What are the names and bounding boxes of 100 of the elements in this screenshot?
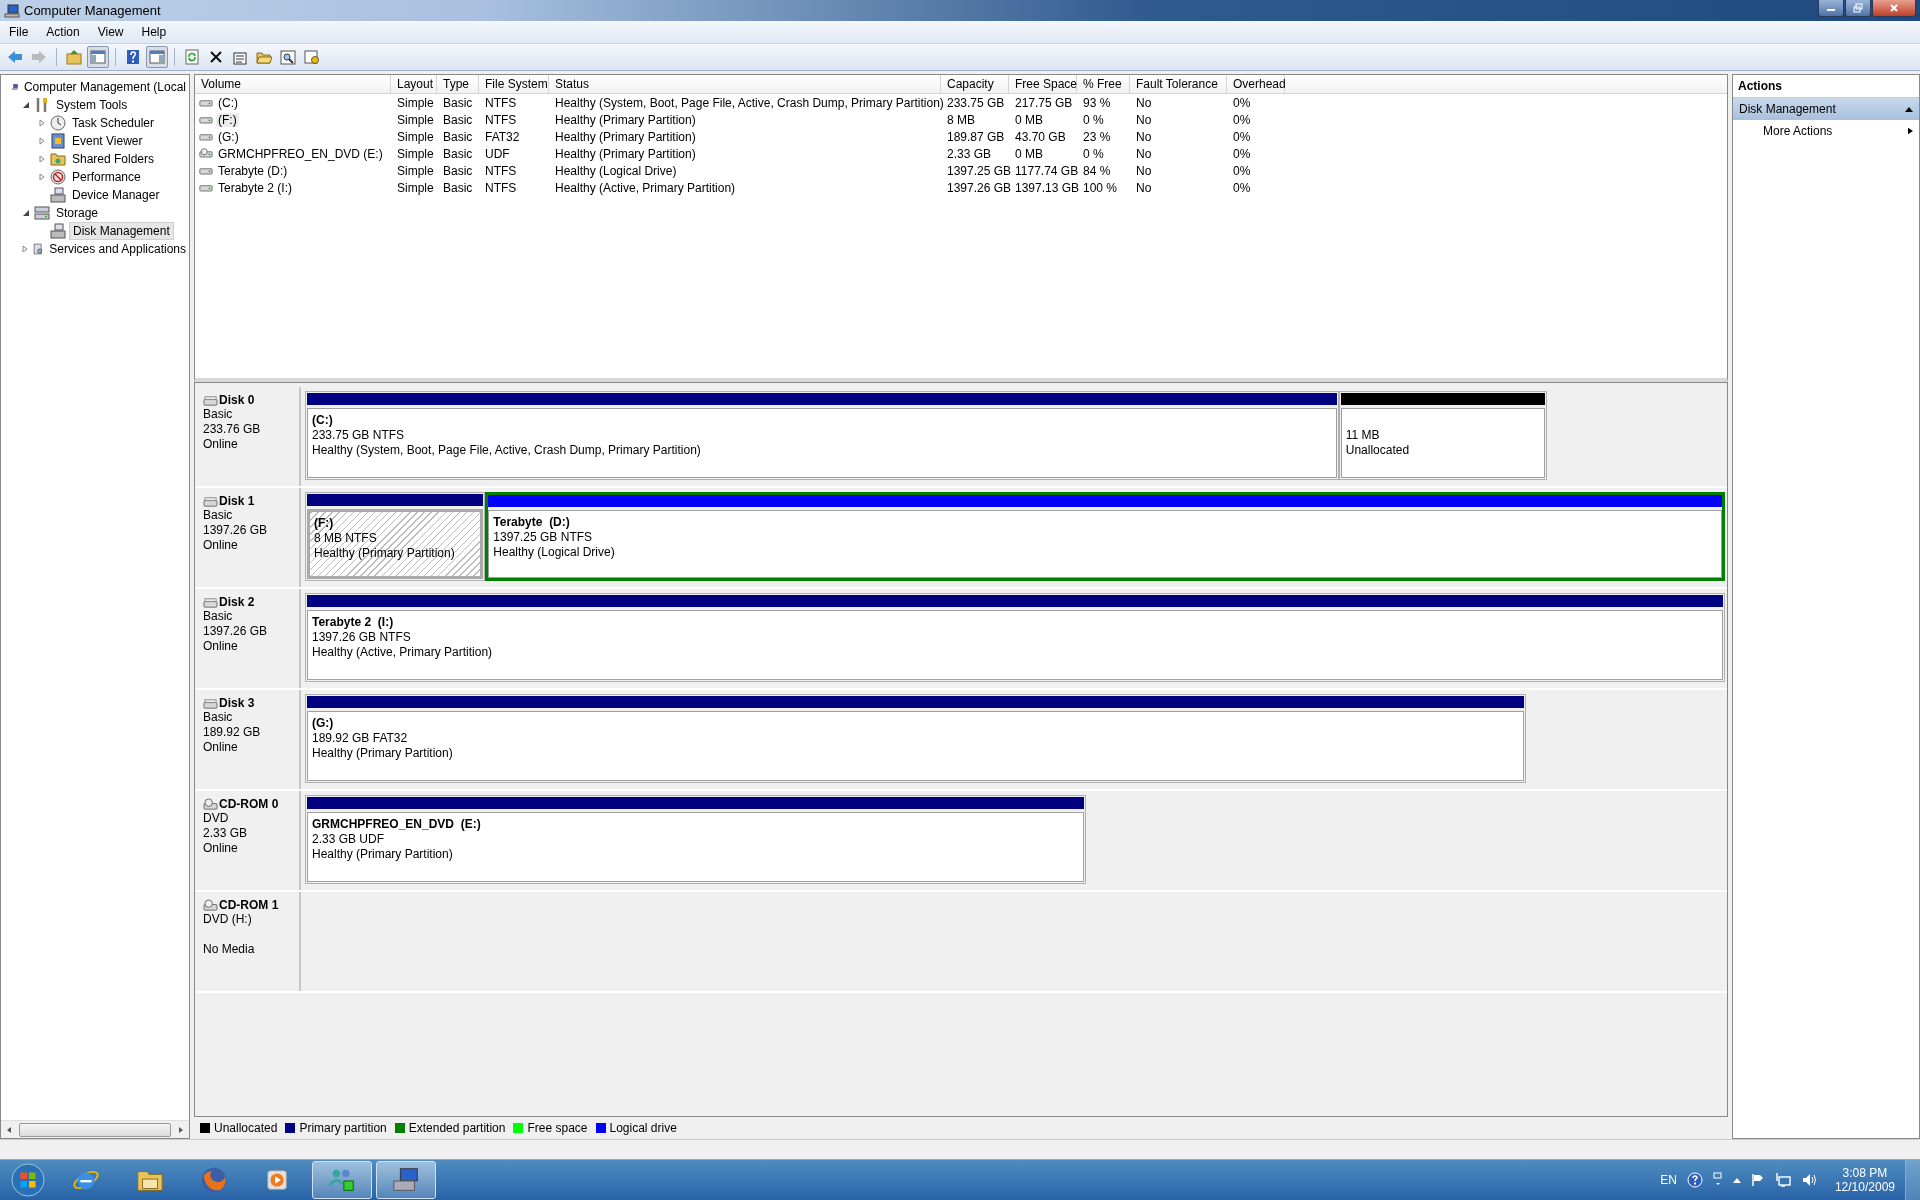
collapse-arrow-icon[interactable] xyxy=(22,101,30,109)
table-cell-text: Simple xyxy=(396,129,435,144)
disk-name: CD-ROM 0 xyxy=(219,797,279,811)
partition-block[interactable]: (G:) 189.92 GB FAT32 Healthy (Primary Partition) xyxy=(305,694,1527,783)
tree-item[interactable]: Services and Applications xyxy=(46,241,189,257)
table-cell-text: UDF xyxy=(484,146,511,161)
partition-block[interactable]: Terabyte 2 (I:) 1397.26 GB NTFS Healthy (Active, Primary Partition) xyxy=(305,593,1725,682)
language-indicator[interactable]: EN xyxy=(1660,1173,1677,1187)
partition-name: GRMCHPFREO_EN_DVD (E:) xyxy=(312,817,482,832)
disk-name: Disk 2 xyxy=(219,595,255,609)
column-header[interactable]: Layout xyxy=(391,75,437,93)
scrollbar-thumb[interactable] xyxy=(19,1122,171,1137)
tree-item[interactable]: Event Viewer xyxy=(69,133,146,149)
table-cell-text: Simple xyxy=(396,112,435,127)
menu-item[interactable]: Help xyxy=(132,25,176,39)
column-header[interactable]: Status xyxy=(549,75,941,93)
tree-item[interactable]: System Tools xyxy=(53,97,131,113)
column-header[interactable]: Capacity xyxy=(941,75,1009,93)
tree-item[interactable]: Computer Management (Local xyxy=(20,79,189,95)
table-cell-text: 217.75 GB xyxy=(1014,95,1074,110)
drive-icon xyxy=(203,393,218,407)
pane-button[interactable] xyxy=(146,46,168,68)
table-cell-text: 1177.74 GB xyxy=(1014,163,1080,178)
tree-item[interactable]: Performance xyxy=(69,169,144,185)
show-hidden-icons-arrow-icon[interactable] xyxy=(1732,1177,1741,1183)
disk-status: Online xyxy=(203,740,239,755)
partition-block[interactable]: 11 MB Unallocated xyxy=(1338,391,1548,480)
partition-status: Unallocated xyxy=(1345,443,1411,458)
help-icon[interactable] xyxy=(1686,1172,1703,1188)
back-arrow-icon xyxy=(7,49,23,65)
drive-icon xyxy=(203,494,218,508)
menu-item[interactable]: View xyxy=(88,25,133,39)
actions-section-header[interactable]: Disk Management xyxy=(1733,98,1919,120)
flag-icon[interactable] xyxy=(1750,1173,1765,1187)
action-link[interactable]: More Actions xyxy=(1763,124,1833,138)
taskbar-app-button[interactable] xyxy=(376,1161,436,1199)
table-cell-text: 2.33 GB xyxy=(946,146,993,161)
expand-arrow-icon[interactable] xyxy=(38,155,46,163)
partition-status: Healthy (Primary Partition) xyxy=(314,546,456,561)
expand-arrow-icon[interactable] xyxy=(21,245,29,253)
tree-item[interactable]: Task Scheduler xyxy=(69,115,158,131)
clock-date[interactable]: 12/10/2009 xyxy=(1834,1180,1895,1194)
column-header[interactable]: Overhead xyxy=(1227,75,1285,93)
disk-type: Basic xyxy=(203,508,234,523)
table-cell-text: Simple xyxy=(396,163,435,178)
forward-arrow-icon xyxy=(31,49,47,65)
table-cell-text: GRMCHPFREO_EN_DVD (E:) xyxy=(217,146,384,161)
menu-item[interactable]: Action xyxy=(37,25,89,39)
collapse-arrow-icon[interactable] xyxy=(1905,106,1913,112)
table-cell-text: 1397.26 GB xyxy=(946,180,1013,195)
partition-size: 11 MB xyxy=(1345,428,1381,443)
tree-item[interactable]: Storage xyxy=(53,205,102,221)
expand-arrow-icon[interactable] xyxy=(38,137,46,145)
tree-item[interactable]: Device Manager xyxy=(69,187,163,203)
maximize-button[interactable] xyxy=(1845,0,1871,17)
table-cell-text: 0% xyxy=(1232,146,1252,161)
table-cell-text: Basic xyxy=(442,146,474,161)
refresh-icon xyxy=(184,49,200,65)
tree-item[interactable]: Shared Folders xyxy=(69,151,158,167)
taskbar-app-button[interactable] xyxy=(312,1161,372,1199)
horizontal-scrollbar[interactable] xyxy=(1,1120,189,1138)
clock-time[interactable]: 3:08 PM xyxy=(1842,1166,1888,1180)
disk-name: Disk 3 xyxy=(219,696,255,710)
network-icon[interactable] xyxy=(1774,1172,1791,1188)
column-header[interactable]: Fault Tolerance xyxy=(1130,75,1227,93)
drive-icon xyxy=(199,97,213,108)
minimize-button[interactable] xyxy=(1818,0,1844,17)
column-header[interactable]: % Free xyxy=(1077,75,1130,93)
speaker-icon[interactable] xyxy=(1800,1172,1817,1188)
table-cell-text: 93 % xyxy=(1082,95,1112,110)
column-header[interactable]: Type xyxy=(437,75,479,93)
menu-item[interactable]: File xyxy=(0,25,38,39)
table-cell-text: Healthy (Active, Primary Partition) xyxy=(554,180,737,195)
column-header[interactable]: Volume xyxy=(195,75,391,93)
table-cell-text: No xyxy=(1135,180,1153,195)
clock-icon xyxy=(50,115,66,131)
left-arrow-icon[interactable] xyxy=(5,1125,13,1134)
collapse-arrow-icon[interactable] xyxy=(22,209,30,217)
column-header[interactable]: Free Space xyxy=(1009,75,1077,93)
windows-logo-icon xyxy=(11,1163,45,1197)
close-button[interactable] xyxy=(1872,0,1916,17)
right-arrow-icon[interactable] xyxy=(177,1125,185,1134)
services-icon xyxy=(32,241,44,257)
partition-block[interactable]: Terabyte (D:) 1397.25 GB NTFS Healthy (Logical Drive) xyxy=(485,492,1725,581)
table-cell-text: Healthy (System, Boot, Page File, Active, Crash Dump, Primary Partition) xyxy=(554,95,945,110)
partition-block[interactable]: GRMCHPFREO_EN_DVD (E:) 2.33 GB UDF Healthy (Primary Partition) xyxy=(305,795,1086,884)
window-icon[interactable] xyxy=(1712,1172,1723,1188)
table-cell-text: No xyxy=(1135,95,1153,110)
browser-icon xyxy=(199,1165,229,1195)
expand-arrow-icon[interactable] xyxy=(38,119,46,127)
drive-icon xyxy=(199,182,213,193)
table-cell-text: FAT32 xyxy=(484,129,521,144)
column-header[interactable]: File System xyxy=(479,75,549,93)
table-cell-text: No xyxy=(1135,146,1153,161)
panel-icon xyxy=(149,49,165,65)
partition-block[interactable]: (C:) 233.75 GB NTFS Healthy (System, Boot, Page File, Active, Crash Dump, Primary Partition) xyxy=(305,391,1339,480)
tree-item[interactable]: Disk Management xyxy=(69,222,174,240)
partition-block[interactable]: (F:) 8 MB NTFS Healthy (Primary Partition) xyxy=(305,492,486,581)
tree-button[interactable] xyxy=(87,46,109,68)
expand-arrow-icon[interactable] xyxy=(38,173,46,181)
